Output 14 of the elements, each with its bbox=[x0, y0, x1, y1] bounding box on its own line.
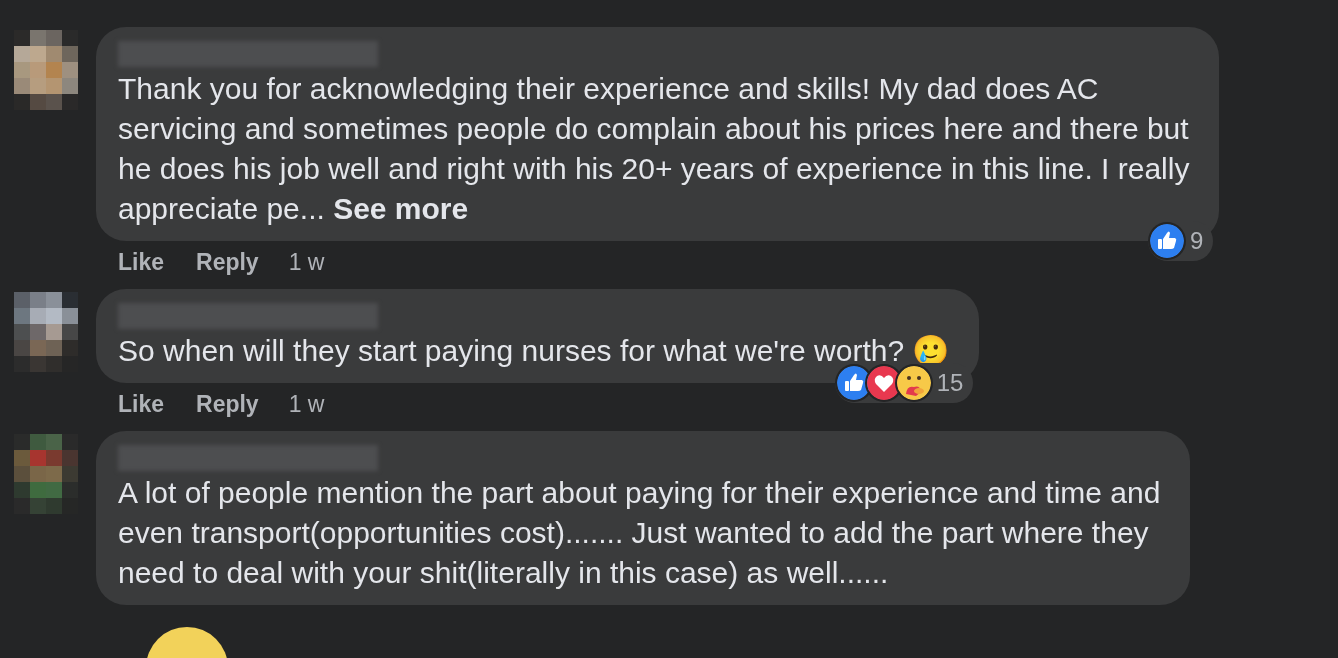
comment-text: A lot of people mention the part about paying for their experience and time and even transport(opportunities cost)....... Just wanted to add the part where they need to deal with your shit(literally in this case) as well...... bbox=[118, 475, 1161, 591]
reaction-count-badge[interactable]: 15 bbox=[834, 363, 974, 403]
reaction-count-badge[interactable]: 9 bbox=[1148, 221, 1214, 261]
thumbs-up-icon bbox=[836, 366, 871, 400]
heart-icon bbox=[866, 366, 901, 400]
hugging-emoji-icon bbox=[896, 366, 931, 400]
reply-button[interactable]: Reply bbox=[196, 386, 259, 422]
reply-button[interactable]: Reply bbox=[196, 244, 259, 280]
like-button[interactable]: Like bbox=[118, 244, 165, 280]
see-more-link[interactable]: See more bbox=[333, 192, 469, 225]
like-button[interactable]: Like bbox=[118, 386, 165, 422]
timestamp[interactable]: 1 w bbox=[288, 244, 325, 280]
thumbs-up-icon bbox=[1150, 224, 1185, 258]
timestamp[interactable]: 1 w bbox=[288, 386, 325, 422]
